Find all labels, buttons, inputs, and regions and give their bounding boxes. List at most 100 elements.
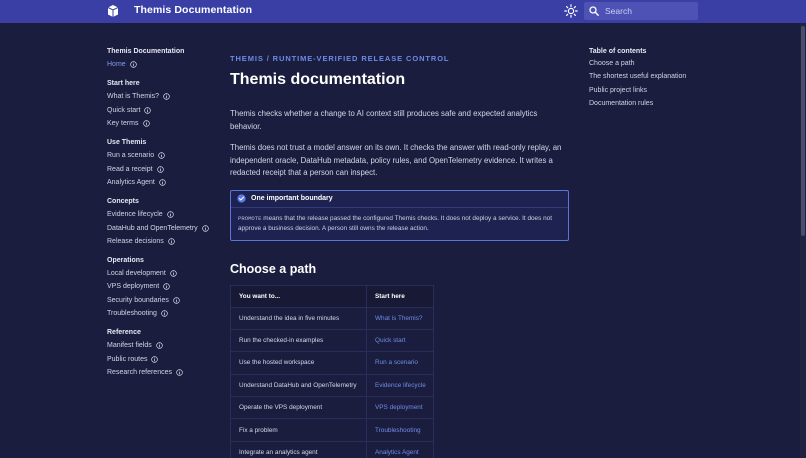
sidebar-item-release-decisions[interactable]: Release decisions bbox=[107, 235, 227, 248]
callout-body: PROMOTE means that the release passed th… bbox=[231, 208, 568, 241]
sidebar-group-heading: Reference bbox=[107, 329, 141, 337]
sidebar-group-heading: Use Themis bbox=[107, 139, 147, 147]
sun-icon[interactable] bbox=[564, 4, 578, 18]
table-cell: Fix a problem bbox=[230, 418, 367, 442]
info-icon bbox=[159, 179, 166, 186]
intro-paragraph: Themis checks whether a change to AI con… bbox=[230, 109, 538, 131]
sidebar-title: Themis Documentation bbox=[107, 48, 185, 55]
main-content: THEMIS / RUNTIME-VERIFIED RELEASE CONTRO… bbox=[230, 54, 570, 458]
toc-item-choose-a-path[interactable]: Choose a path bbox=[589, 60, 729, 73]
sidebar-item-label: Local development bbox=[107, 270, 166, 278]
table-link[interactable]: Evidence lifecycle bbox=[366, 373, 434, 398]
table-link[interactable]: Quick start bbox=[366, 328, 434, 353]
sidebar-group-use-themis: Use Themis Run a scenario Read a receipt… bbox=[107, 139, 227, 189]
info-icon bbox=[156, 342, 163, 350]
table-cell: Run the checked-in examples bbox=[230, 328, 367, 353]
sidebar-item-label: Key terms bbox=[107, 120, 139, 128]
table-of-contents: Table of contents Choose a path The shor… bbox=[589, 48, 729, 113]
table-link[interactable]: Run a scenario bbox=[366, 351, 434, 375]
sidebar-item-label: Read a receipt bbox=[107, 165, 153, 173]
sidebar-item-key-terms[interactable]: Key terms bbox=[107, 117, 227, 130]
toc-item-shortest-explanation[interactable]: The shortest useful explanation bbox=[589, 73, 729, 86]
sidebar-item-public-routes[interactable]: Public routes bbox=[107, 352, 227, 365]
sidebar-item-vps-deployment[interactable]: VPS deployment bbox=[107, 280, 227, 293]
sidebar-item-troubleshooting[interactable]: Troubleshooting bbox=[107, 307, 227, 320]
toc-item-doc-rules[interactable]: Documentation rules bbox=[589, 100, 729, 113]
info-icon bbox=[173, 296, 180, 304]
sidebar-item-label: What is Themis? bbox=[107, 93, 159, 101]
sidebar-group-heading: Concepts bbox=[107, 198, 139, 206]
table-link[interactable]: Troubleshooting bbox=[366, 418, 434, 442]
sidebar-item-read-a-receipt[interactable]: Read a receipt bbox=[107, 162, 227, 175]
sidebar-item-evidence-lifecycle[interactable]: Evidence lifecycle bbox=[107, 208, 227, 221]
paths-table: You want to... Start here Understand the… bbox=[230, 284, 434, 458]
callout-text: means that the release passed the config… bbox=[238, 214, 552, 233]
search-box[interactable] bbox=[584, 2, 698, 20]
sidebar-item-quick-start[interactable]: Quick start bbox=[107, 104, 227, 117]
info-icon bbox=[163, 93, 170, 101]
info-icon bbox=[166, 211, 174, 218]
sidebar-item-what-is-themis[interactable]: What is Themis? bbox=[107, 90, 227, 103]
info-icon bbox=[129, 61, 137, 68]
sidebar-item-label: DataHub and OpenTelemetry bbox=[107, 224, 198, 232]
table-row: Understand the idea in five minutes What … bbox=[230, 306, 434, 330]
boundary-callout: One important boundary PROMOTE means tha… bbox=[230, 189, 569, 241]
scrollbar-thumb[interactable] bbox=[801, 26, 805, 236]
table-row: Run the checked-in examples Quick start bbox=[230, 328, 434, 353]
sidebar-item-label: Release decisions bbox=[107, 237, 164, 245]
site-title[interactable]: Themis Documentation bbox=[134, 4, 252, 16]
info-icon bbox=[163, 283, 170, 291]
sidebar-item-datahub-otel[interactable]: DataHub and OpenTelemetry bbox=[107, 221, 227, 234]
sidebar-item-label: Troubleshooting bbox=[107, 310, 157, 317]
sidebar-item-local-development[interactable]: Local development bbox=[107, 267, 227, 280]
sidebar-item-label: Quick start bbox=[107, 106, 141, 114]
sidebar-item-analytics-agent[interactable]: Analytics Agent bbox=[107, 176, 227, 189]
table-cell: Operate the VPS deployment bbox=[230, 396, 367, 420]
column-header: Start here bbox=[366, 284, 434, 308]
sidebar-item-research-references[interactable]: Research references bbox=[107, 366, 227, 379]
section-heading-choose-path: Choose a path bbox=[230, 261, 317, 276]
table-header-row: You want to... Start here bbox=[230, 284, 434, 308]
toc-item-public-links[interactable]: Public project links bbox=[589, 87, 729, 100]
table-row: Integrate an analytics agent Analytics Ag… bbox=[230, 440, 434, 458]
sidebar-item-label: Run a scenario bbox=[107, 152, 155, 160]
table-cell: Understand the idea in five minutes bbox=[230, 306, 367, 330]
table-link[interactable]: What is Themis? bbox=[366, 306, 434, 330]
sidebar-group-operations: Operations Local development VPS deploym… bbox=[107, 257, 227, 320]
sidebar-item-label: Home bbox=[107, 61, 126, 69]
detail-paragraph: Themis does not trust a model answer on … bbox=[230, 143, 562, 177]
box-icon[interactable] bbox=[107, 4, 119, 18]
info-icon bbox=[144, 106, 152, 114]
top-navbar: Themis Documentation bbox=[0, 0, 806, 23]
sidebar-group-heading: Start here bbox=[107, 80, 140, 88]
page-title: Themis documentation bbox=[230, 71, 406, 88]
sidebar-group-reference: Reference Manifest fields Public routes … bbox=[107, 329, 227, 379]
sidebar-item-home[interactable]: Home bbox=[107, 58, 227, 71]
check-circle-icon bbox=[237, 194, 246, 203]
info-icon bbox=[161, 310, 168, 317]
sidebar-group-heading: Operations bbox=[107, 256, 144, 264]
sidebar-item-manifest-fields[interactable]: Manifest fields bbox=[107, 339, 227, 352]
info-icon bbox=[151, 355, 159, 363]
sidebar-item-security-boundaries[interactable]: Security boundaries bbox=[107, 294, 227, 307]
column-header: You want to... bbox=[230, 284, 367, 308]
toc-title: Table of contents bbox=[589, 48, 647, 55]
table-link[interactable]: Analytics Agent bbox=[366, 440, 434, 458]
table-row: Fix a problem Troubleshooting bbox=[230, 418, 434, 442]
table-row: Understand DataHub and OpenTelemetry Evid… bbox=[230, 373, 434, 398]
sidebar-item-run-a-scenario[interactable]: Run a scenario bbox=[107, 149, 227, 162]
info-icon bbox=[168, 238, 175, 245]
table-link[interactable]: VPS deployment bbox=[366, 396, 434, 420]
sidebar-group-start-here: Start here What is Themis? Quick start K… bbox=[107, 80, 227, 130]
search-input[interactable] bbox=[605, 6, 695, 16]
info-icon bbox=[201, 224, 209, 232]
info-icon bbox=[158, 152, 165, 160]
callout-header: One important boundary bbox=[231, 191, 568, 208]
info-icon bbox=[156, 165, 164, 173]
table-row: Use the hosted workspace Run a scenario bbox=[230, 351, 434, 375]
search-icon bbox=[589, 6, 599, 16]
sidebar-nav: Themis Documentation Home Start here Wha… bbox=[107, 48, 227, 379]
sidebar-item-label: Security boundaries bbox=[107, 296, 169, 304]
sidebar-item-label: VPS deployment bbox=[107, 283, 160, 291]
sidebar-item-label: Public routes bbox=[107, 355, 148, 363]
